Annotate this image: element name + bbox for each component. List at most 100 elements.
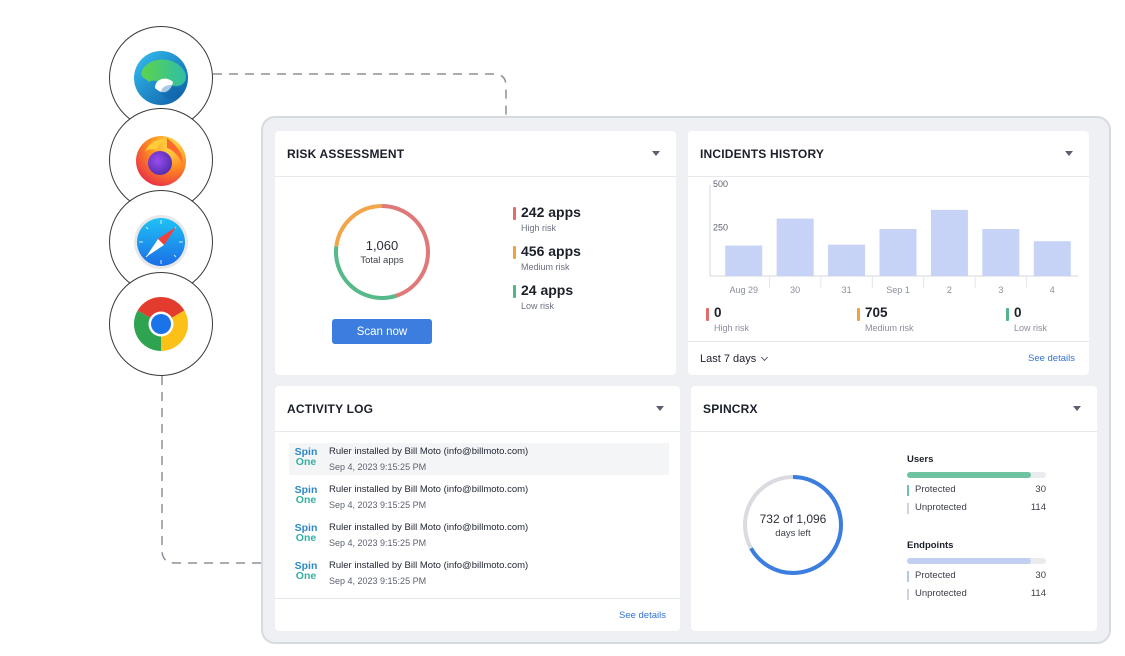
chart-bar <box>930 209 968 276</box>
activity-footer: See details <box>275 598 680 631</box>
activity-row[interactable]: Spin One Ruler installed by Bill Moto (in… <box>289 481 669 513</box>
x-tick-label: 31 <box>842 285 852 295</box>
activity-see-details-link[interactable]: See details <box>619 610 666 621</box>
chart-bar <box>725 245 763 276</box>
users-progress-fill <box>907 472 1031 478</box>
page-root: RISK ASSESSMENT 1,060 Total apps Scan no… <box>0 0 1125 656</box>
incidents-high-value: 0 <box>714 305 722 320</box>
spinone-logo-icon: Spin One <box>294 484 318 506</box>
incidents-low-risk: 0 Low risk <box>1006 305 1047 333</box>
incidents-see-details-link[interactable]: See details <box>1028 353 1075 364</box>
caret-down-icon[interactable] <box>1073 406 1081 411</box>
activity-text: Ruler installed by Bill Moto (info@billm… <box>329 484 529 495</box>
chrome-browser-button[interactable] <box>109 272 213 376</box>
endpoints-progress-fill <box>907 558 1031 564</box>
activity-time: Sep 4, 2023 9:15:25 PM <box>329 500 427 510</box>
medium-risk-marker <box>857 308 860 321</box>
spinone-logo-icon: Spin One <box>294 522 318 544</box>
endpoints-protected-value: 30 <box>1035 570 1046 581</box>
users-section-title: Users <box>907 454 934 465</box>
users-progress-bar <box>907 472 1046 478</box>
low-risk-marker <box>513 285 516 298</box>
endpoints-protected-label: Protected <box>915 570 956 581</box>
endpoints-protected-row: Protected 30 <box>907 570 1046 584</box>
incidents-low-value: 0 <box>1014 305 1022 320</box>
x-tick-label: Aug 29 <box>729 285 758 295</box>
activity-row[interactable]: Spin One Ruler installed by Bill Moto (in… <box>289 519 669 551</box>
caret-down-icon[interactable] <box>652 151 660 156</box>
chart-bar <box>828 244 866 276</box>
spincrx-card: SPINCRX 732 of 1,096 days left Users Pro… <box>691 386 1097 631</box>
low-risk-stat: 24 apps Low risk <box>513 282 633 311</box>
low-risk-apps: 24 apps <box>521 282 574 298</box>
incidents-history-card: INCIDENTS HISTORY 500 250 Aug 29 30 31 Sep 1 2… <box>688 131 1089 375</box>
high-risk-apps: 242 apps <box>521 204 581 220</box>
incidents-medium-label: Medium risk <box>865 323 914 333</box>
chart-bar <box>776 218 814 276</box>
incidents-card-title: INCIDENTS HISTORY <box>700 146 825 161</box>
activity-row[interactable]: Spin One Ruler installed by Bill Moto (in… <box>289 557 669 589</box>
incidents-high-label: High risk <box>714 323 750 333</box>
risk-assessment-card: RISK ASSESSMENT 1,060 Total apps Scan no… <box>275 131 676 375</box>
incidents-card-header: INCIDENTS HISTORY <box>688 131 1089 177</box>
medium-risk-apps: 456 apps <box>521 243 581 259</box>
spinone-logo-icon: Spin One <box>294 446 318 468</box>
endpoints-section-title: Endpoints <box>907 540 954 551</box>
endpoints-unprotected-label: Unprotected <box>915 588 967 599</box>
x-tick-label: Sep 1 <box>886 285 910 295</box>
period-dropdown[interactable]: Last 7 days <box>700 352 769 365</box>
period-label: Last 7 days <box>700 352 757 365</box>
incidents-medium-value: 705 <box>865 305 888 320</box>
chart-bar <box>879 229 917 276</box>
high-risk-marker <box>706 308 709 321</box>
activity-time: Sep 4, 2023 9:15:25 PM <box>329 462 427 472</box>
caret-down-icon[interactable] <box>1065 151 1073 156</box>
endpoints-progress-bar <box>907 558 1046 564</box>
low-risk-marker <box>1006 308 1009 321</box>
endpoints-unprotected-value: 114 <box>1030 588 1046 599</box>
risk-card-header: RISK ASSESSMENT <box>275 131 676 177</box>
activity-time: Sep 4, 2023 9:15:25 PM <box>329 538 427 548</box>
low-risk-label: Low risk <box>521 301 555 311</box>
activity-text: Ruler installed by Bill Moto (info@billm… <box>329 446 529 457</box>
spincrx-card-header: SPINCRX <box>691 386 1097 432</box>
protected-marker <box>907 485 909 496</box>
incidents-footer: Last 7 days See details <box>688 341 1089 375</box>
protected-marker <box>907 571 909 582</box>
y-tick-label: 500 <box>713 179 728 189</box>
y-tick-label: 250 <box>713 223 728 233</box>
total-apps-label: Total apps <box>360 255 404 266</box>
endpoints-unprotected-row: Unprotected 114 <box>907 588 1046 602</box>
chart-bar <box>1033 241 1071 276</box>
activity-log-card: ACTIVITY LOG Spin One Ruler installed by … <box>275 386 680 631</box>
activity-card-header: ACTIVITY LOG <box>275 386 680 432</box>
incidents-bar-chart: 500 250 Aug 29 30 31 Sep 1 2 3 4 <box>709 179 1078 295</box>
x-tick-label: 30 <box>790 285 800 295</box>
days-left-label: days left <box>775 527 811 539</box>
firefox-icon <box>136 136 186 186</box>
spinone-logo-icon: Spin One <box>294 560 318 582</box>
activity-text: Ruler installed by Bill Moto (info@billm… <box>329 522 529 533</box>
total-apps-value: 1,060 <box>365 238 399 253</box>
scan-now-button[interactable]: Scan now <box>332 319 432 344</box>
days-left-donut: 732 of 1,096 days left <box>741 473 845 577</box>
activity-row[interactable]: Spin One Ruler installed by Bill Moto (in… <box>289 443 669 475</box>
days-left-value: 732 of 1,096 <box>759 511 827 526</box>
activity-text: Ruler installed by Bill Moto (info@billm… <box>329 560 529 571</box>
unprotected-marker <box>907 589 909 600</box>
caret-down-icon[interactable] <box>656 406 664 411</box>
medium-risk-marker <box>513 246 516 259</box>
high-risk-label: High risk <box>521 223 557 233</box>
x-tick-label: 2 <box>947 285 952 295</box>
chevron-down-icon <box>761 353 769 361</box>
medium-risk-stat: 456 apps Medium risk <box>513 243 633 272</box>
activity-card-title: ACTIVITY LOG <box>287 401 374 416</box>
users-protected-row: Protected 30 <box>907 484 1046 498</box>
users-protected-value: 30 <box>1035 484 1046 495</box>
safari-icon <box>134 215 188 269</box>
users-unprotected-value: 114 <box>1030 502 1046 513</box>
chrome-icon <box>133 296 189 351</box>
edge-icon <box>134 51 188 105</box>
users-unprotected-row: Unprotected 114 <box>907 502 1046 516</box>
activity-time: Sep 4, 2023 9:15:25 PM <box>329 576 427 586</box>
